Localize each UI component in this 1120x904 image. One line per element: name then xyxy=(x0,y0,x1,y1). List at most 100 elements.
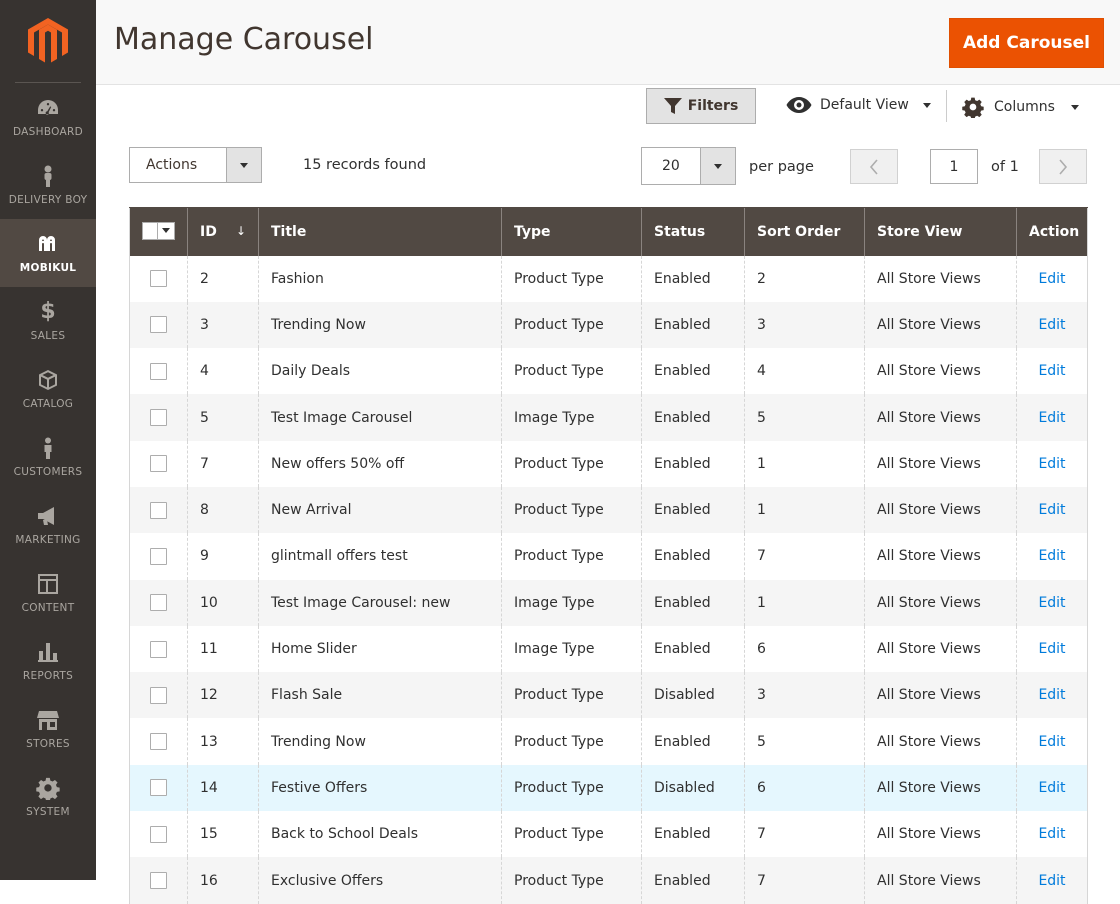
edit-link[interactable]: Edit xyxy=(1038,502,1065,518)
cell-id: 15 xyxy=(187,811,259,858)
row-select-cell[interactable] xyxy=(130,348,188,394)
delivery-boy-icon xyxy=(44,165,52,187)
page-header: Manage Carousel Add Carousel xyxy=(96,0,1120,85)
edit-link[interactable]: Edit xyxy=(1038,317,1065,333)
mass-select-checkbox[interactable] xyxy=(142,221,175,240)
table-row[interactable]: 14 Festive Offers Product Type Disabled 6 All… xyxy=(129,764,1088,812)
next-page-button[interactable] xyxy=(1039,149,1087,184)
row-checkbox[interactable] xyxy=(150,270,167,288)
page-number-input[interactable] xyxy=(930,149,978,184)
column-header-title[interactable]: Title xyxy=(258,207,502,256)
table-row[interactable]: 10 Test Image Carousel: new Image Type Enab… xyxy=(129,579,1088,626)
filters-button[interactable]: Filters xyxy=(646,88,756,124)
column-header-action: Action xyxy=(1016,207,1088,256)
row-select-cell[interactable] xyxy=(130,302,188,348)
table-row[interactable]: 5 Test Image Carousel Image Type Enabled 5 Al… xyxy=(129,394,1088,441)
table-row[interactable]: 11 Home Slider Image Type Enabled 6 All Store… xyxy=(129,625,1088,673)
row-checkbox[interactable] xyxy=(150,733,167,751)
row-checkbox[interactable] xyxy=(150,872,167,889)
edit-link[interactable]: Edit xyxy=(1038,271,1065,287)
table-row[interactable]: 8 New Arrival Product Type Enabled 1 All Stor… xyxy=(129,486,1088,534)
row-checkbox[interactable] xyxy=(150,362,167,380)
sidebar-item-reports[interactable]: REPORTS xyxy=(0,627,96,695)
sidebar-item-catalog[interactable]: CATALOG xyxy=(0,355,96,423)
table-row[interactable]: 16 Exclusive Offers Product Type Enabled 7 Al… xyxy=(129,857,1088,904)
row-select-cell[interactable] xyxy=(130,580,188,626)
sidebar-item-stores[interactable]: STORES xyxy=(0,695,96,763)
magento-logo[interactable] xyxy=(0,0,96,82)
edit-link[interactable]: Edit xyxy=(1038,641,1065,657)
table-row[interactable]: 9 glintmall offers test Product Type Enable… xyxy=(129,533,1088,580)
row-select-cell[interactable] xyxy=(130,487,188,533)
edit-link[interactable]: Edit xyxy=(1038,780,1065,796)
mass-select-header[interactable] xyxy=(129,207,188,256)
column-header-sort-order[interactable]: Sort Order xyxy=(744,207,865,256)
cell-action: Edit xyxy=(1016,348,1088,395)
column-header-id[interactable]: ID ↓ xyxy=(187,207,259,256)
chevron-down-icon xyxy=(922,102,931,108)
sidebar-item-delivery-boy[interactable]: DELIVERY BOY xyxy=(0,151,96,219)
column-header-type[interactable]: Type xyxy=(501,207,642,256)
mass-actions-select[interactable]: Actions xyxy=(129,147,262,183)
row-checkbox[interactable] xyxy=(150,501,167,519)
edit-link[interactable]: Edit xyxy=(1038,456,1065,472)
sidebar-item-system[interactable]: SYSTEM xyxy=(0,763,96,831)
edit-link[interactable]: Edit xyxy=(1038,595,1065,611)
row-checkbox[interactable] xyxy=(150,547,167,565)
edit-link[interactable]: Edit xyxy=(1038,826,1065,842)
table-row[interactable]: 2 Fashion Product Type Enabled 2 All Store Vi… xyxy=(129,255,1088,302)
row-select-cell[interactable] xyxy=(130,626,188,672)
sidebar-item-content[interactable]: CONTENT xyxy=(0,559,96,627)
row-checkbox[interactable] xyxy=(150,409,167,427)
sidebar-item-sales[interactable]: $ SALES xyxy=(0,287,96,355)
row-select-cell[interactable] xyxy=(130,857,188,903)
table-row[interactable]: 4 Daily Deals Product Type Enabled 4 All Stor… xyxy=(129,348,1088,395)
row-select-cell[interactable] xyxy=(130,765,188,811)
edit-link[interactable]: Edit xyxy=(1038,410,1065,426)
sidebar-item-dashboard[interactable]: DASHBOARD xyxy=(0,83,96,151)
sidebar-item-mobikul[interactable]: MOBIKUL xyxy=(0,219,96,287)
cell-id: 14 xyxy=(187,764,259,812)
column-header-status[interactable]: Status xyxy=(641,207,745,256)
edit-link[interactable]: Edit xyxy=(1038,687,1065,703)
row-select-cell[interactable] xyxy=(130,811,188,857)
edit-link[interactable]: Edit xyxy=(1038,734,1065,750)
sidebar-item-customers[interactable]: CUSTOMERS xyxy=(0,423,96,491)
column-header-store-view[interactable]: Store View xyxy=(864,207,1017,256)
chevron-down-icon[interactable] xyxy=(157,222,174,239)
row-checkbox[interactable] xyxy=(150,455,167,473)
cell-sort-order: 5 xyxy=(744,718,865,765)
add-carousel-button[interactable]: Add Carousel xyxy=(949,18,1104,68)
row-checkbox[interactable] xyxy=(150,594,167,612)
edit-link[interactable]: Edit xyxy=(1038,548,1065,564)
cell-action: Edit xyxy=(1016,764,1088,812)
edit-link[interactable]: Edit xyxy=(1038,873,1065,889)
row-checkbox[interactable] xyxy=(150,686,167,704)
per-page-select[interactable]: 20 xyxy=(641,147,736,185)
table-row[interactable]: 13 Trending Now Product Type Enabled 5 All St… xyxy=(129,718,1088,765)
table-row[interactable]: 7 New offers 50% off Product Type Enabled 1 A… xyxy=(129,440,1088,487)
row-select-cell[interactable] xyxy=(130,718,188,764)
table-row[interactable]: 15 Back to School Deals Product Type Enable… xyxy=(129,811,1088,858)
row-checkbox[interactable] xyxy=(150,779,167,797)
edit-link[interactable]: Edit xyxy=(1038,363,1065,379)
cell-store-view: All Store Views xyxy=(864,857,1017,904)
row-select-cell[interactable] xyxy=(130,394,188,440)
default-view-dropdown[interactable]: Default View xyxy=(786,96,931,114)
checkbox[interactable] xyxy=(143,224,157,238)
row-select-cell[interactable] xyxy=(130,533,188,579)
row-select-cell[interactable] xyxy=(130,441,188,487)
page-title: Manage Carousel xyxy=(114,22,374,57)
columns-dropdown[interactable]: Columns xyxy=(962,96,1079,118)
cell-status: Enabled xyxy=(641,533,745,580)
table-row[interactable]: 3 Trending Now Product Type Enabled 3 All Sto… xyxy=(129,301,1088,349)
table-row[interactable]: 12 Flash Sale Product Type Disabled 3 All Sto… xyxy=(129,672,1088,719)
row-checkbox[interactable] xyxy=(150,825,167,843)
row-select-cell[interactable] xyxy=(130,672,188,718)
sidebar-item-marketing[interactable]: MARKETING xyxy=(0,491,96,559)
row-checkbox[interactable] xyxy=(150,316,167,334)
row-select-cell[interactable] xyxy=(130,256,188,302)
columns-label: Columns xyxy=(994,99,1055,115)
previous-page-button[interactable] xyxy=(850,149,898,184)
row-checkbox[interactable] xyxy=(150,640,167,658)
